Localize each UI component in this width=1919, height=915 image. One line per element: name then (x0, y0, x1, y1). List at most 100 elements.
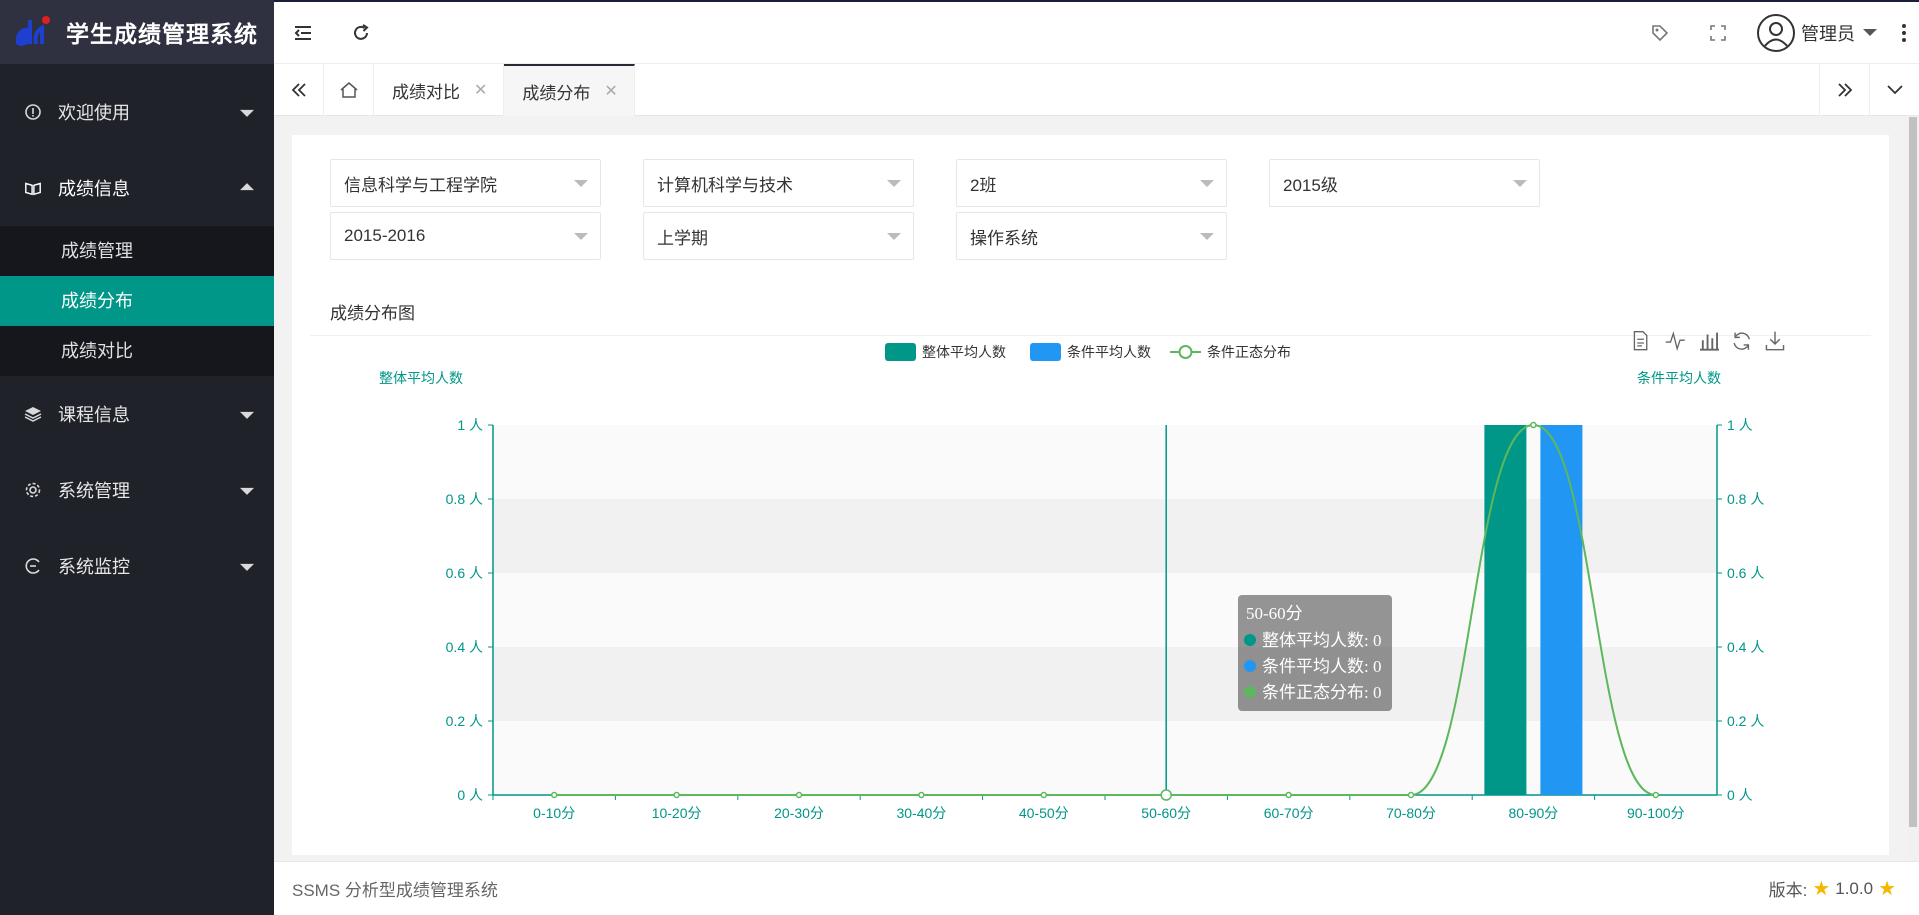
chevron-up-icon (240, 183, 254, 191)
user-name: 管理员 (1801, 23, 1855, 44)
sidebar-item-grades[interactable]: 成绩信息 (0, 150, 274, 226)
close-icon[interactable]: ✕ (474, 80, 487, 100)
x-tick-label: 90-100分 (1627, 805, 1685, 821)
chart-toolbox (1633, 330, 1785, 352)
chevron-down-icon (240, 109, 254, 117)
line-point[interactable] (795, 791, 803, 799)
y-tick-label-right: 0.6 人 (1727, 565, 1764, 581)
legend-item[interactable]: 条件正态分布 (1170, 344, 1291, 360)
menu-toggle-button[interactable] (274, 2, 332, 64)
y-axis-right-label: 条件平均人数 (1637, 370, 1721, 386)
x-tick-label: 50-60分 (1141, 805, 1191, 821)
tooltip-row: 条件平均人数: 0 (1262, 657, 1381, 676)
y-tick-label-left: 0.6 人 (446, 565, 483, 581)
bar[interactable] (1540, 425, 1583, 795)
avatar (1757, 13, 1795, 52)
y-axis-left-label: 整体平均人数 (379, 370, 463, 386)
monitor-icon (24, 557, 42, 575)
main-content: 信息科学与工程学院 计算机科学与技术 2班 2015级 2015-2016 上学… (274, 117, 1919, 861)
chevron-down-icon (240, 487, 254, 495)
user-menu[interactable]: 管理员 (1757, 13, 1877, 52)
tooltip-row: 条件正态分布: 0 (1262, 683, 1381, 702)
info-icon (24, 103, 42, 121)
line-point[interactable] (918, 791, 925, 799)
double-chevron-right-icon (1837, 83, 1852, 97)
legend-swatch (1030, 343, 1061, 361)
tab-grade-distribution[interactable]: 成绩分布 ✕ (504, 64, 635, 116)
scrollbar[interactable] (1907, 117, 1919, 861)
bar-chart-icon[interactable] (1699, 332, 1719, 351)
line-point[interactable] (1530, 421, 1537, 429)
line-point[interactable] (550, 791, 558, 799)
line-point[interactable] (673, 791, 680, 799)
x-tick-label: 20-30分 (774, 805, 824, 821)
sidebar-item-welcome[interactable]: 欢迎使用 (0, 74, 274, 150)
x-tick-label: 80-90分 (1508, 805, 1558, 821)
tooltip-title: 50-60分 (1246, 604, 1303, 623)
line-point[interactable] (1285, 791, 1292, 799)
version-info: 版本: ★ 1.0.0 ★ (1769, 876, 1901, 901)
more-menu-button[interactable] (1889, 23, 1919, 42)
theme-button[interactable] (1631, 2, 1689, 64)
tooltip-row: 整体平均人数: 0 (1262, 631, 1381, 650)
x-tick-label: 30-40分 (896, 805, 946, 821)
submenu-grades: 成绩管理 成绩分布 成绩对比 (0, 226, 274, 376)
y-tick-label-left: 0.8 人 (446, 491, 483, 507)
version-number: 1.0.0 (1835, 878, 1874, 898)
chevron-down-icon (240, 563, 254, 571)
fullscreen-icon (1710, 24, 1726, 41)
restore-icon[interactable] (1733, 332, 1751, 350)
y-tick-label-right: 0 人 (1727, 787, 1753, 803)
y-tick-label-right: 0.8 人 (1727, 491, 1764, 507)
tab-grade-compare[interactable]: 成绩对比 ✕ (374, 64, 505, 116)
star-icon: ★ (1878, 878, 1896, 900)
x-tick-label: 0-10分 (533, 805, 575, 821)
x-tick-label: 10-20分 (652, 805, 702, 821)
chevron-down-icon (240, 411, 254, 419)
sidebar-item-monitor[interactable]: 系统监控 (0, 528, 274, 604)
brand: 学生成绩管理系统 (0, 0, 274, 64)
fullscreen-button[interactable] (1689, 2, 1747, 64)
sidebar-item-courses[interactable]: 课程信息 (0, 376, 274, 452)
data-view-icon[interactable] (1633, 330, 1648, 351)
sidebar-item-grade-distribution[interactable]: 成绩分布 (0, 276, 274, 326)
y-tick-label-left: 0.2 人 (446, 713, 483, 729)
y-tick-label-right: 0.2 人 (1727, 713, 1764, 729)
close-icon[interactable]: ✕ (604, 81, 617, 101)
line-point[interactable] (1652, 791, 1660, 799)
home-icon (340, 82, 357, 98)
bar[interactable] (1484, 425, 1527, 795)
sidebar-item-label: 欢迎使用 (58, 103, 130, 123)
plot-band (493, 499, 1717, 573)
line-point[interactable] (1160, 789, 1172, 801)
sidebar-item-grade-manage[interactable]: 成绩管理 (0, 226, 274, 276)
line-point[interactable] (1040, 791, 1048, 799)
download-icon[interactable] (1765, 331, 1785, 351)
line-chart-icon[interactable] (1665, 331, 1685, 352)
book-icon (24, 179, 42, 197)
gear-icon (24, 481, 42, 499)
scrollbar-thumb[interactable] (1909, 117, 1917, 827)
y-tick-label-left: 0 人 (457, 787, 483, 803)
y-tick-label-left: 1 人 (457, 417, 483, 433)
sidebar-item-system[interactable]: 系统管理 (0, 452, 274, 528)
tab-bar: 成绩对比 ✕ 成绩分布 ✕ (274, 64, 1919, 116)
chevron-down-icon (1863, 29, 1877, 36)
legend-item[interactable]: 条件平均人数 (1030, 343, 1151, 361)
sidebar-item-label: 系统管理 (58, 481, 130, 501)
double-chevron-left-icon (291, 83, 306, 97)
grade-distribution-chart: 整体平均人数 条件平均人数 条件正态分布 整体平均人数 条件平均人数 0 人 0… (379, 330, 1785, 821)
tab-scroll-right-button[interactable] (1819, 64, 1869, 116)
tab-scroll-left-button[interactable] (274, 64, 324, 116)
tab-home[interactable] (324, 64, 374, 116)
line-point[interactable] (1407, 791, 1415, 799)
legend-item[interactable]: 整体平均人数 (885, 343, 1006, 361)
tab-options-button[interactable] (1869, 64, 1919, 116)
refresh-button[interactable] (332, 2, 390, 64)
plot-band (493, 425, 1717, 499)
sidebar-item-grade-compare[interactable]: 成绩对比 (0, 326, 274, 376)
tooltip-marker (1244, 634, 1256, 646)
app-title: 学生成绩管理系统 (66, 21, 258, 47)
x-tick-label: 40-50分 (1019, 805, 1069, 821)
plot-band (493, 573, 1717, 647)
